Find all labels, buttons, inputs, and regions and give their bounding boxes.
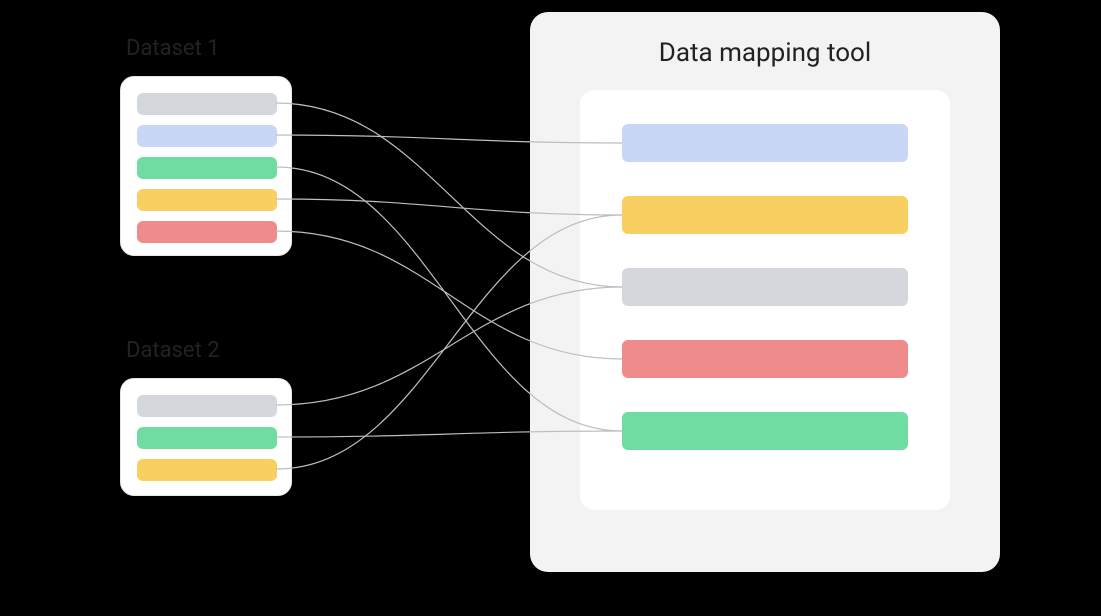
diagram-stage: Dataset 1 Dataset 2 Data mapping tool [0,0,1101,616]
dataset1-card [120,76,292,256]
tool-title: Data mapping tool [530,38,1000,68]
d1-field-4 [137,221,277,243]
tool-field-1 [622,196,908,234]
d1-field-0 [137,93,277,115]
tool-field-2 [622,268,908,306]
tool-inner [580,90,950,510]
dataset2-label: Dataset 2 [126,338,220,363]
d2-field-1 [137,427,277,449]
tool-field-4 [622,412,908,450]
d2-field-0 [137,395,277,417]
d1-field-3 [137,189,277,211]
d1-field-1 [137,125,277,147]
d1-field-2 [137,157,277,179]
tool-panel: Data mapping tool [530,12,1000,572]
tool-field-3 [622,340,908,378]
tool-field-0 [622,124,908,162]
dataset2-card [120,378,292,496]
d2-field-2 [137,459,277,481]
dataset1-label: Dataset 1 [126,36,220,61]
